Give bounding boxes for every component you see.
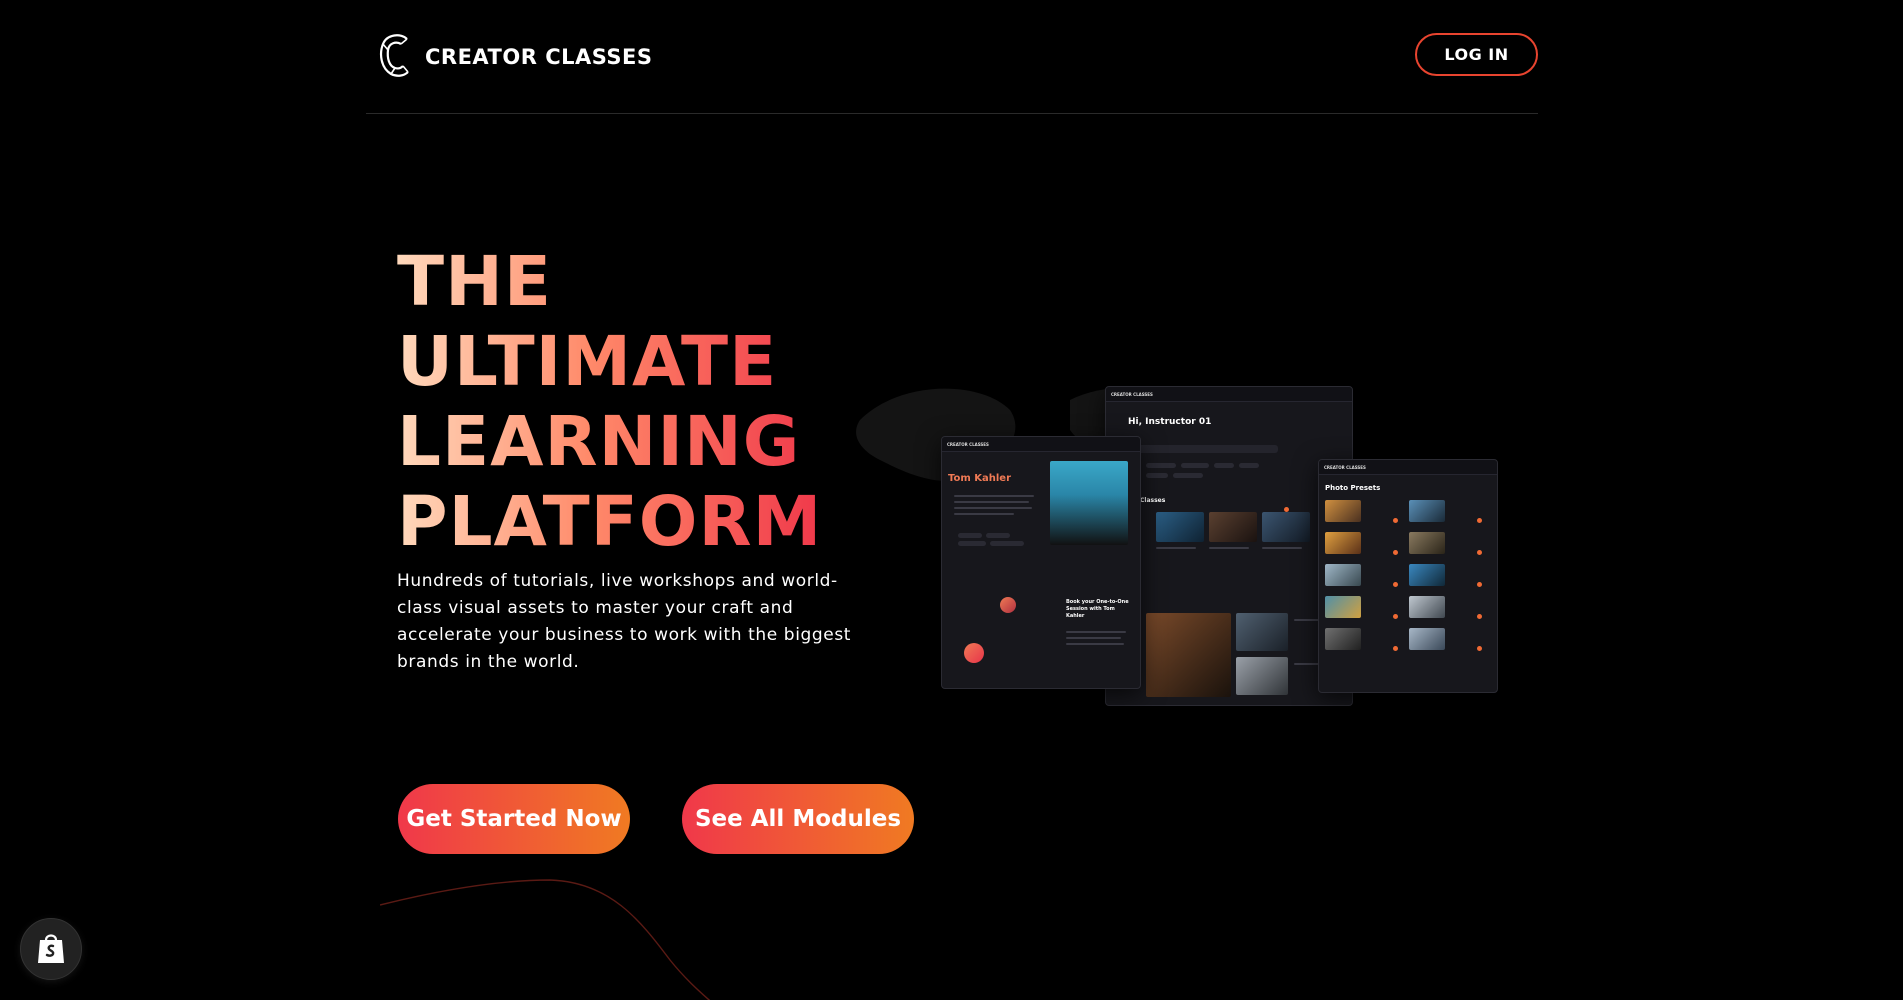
instructor-mockup: CREATOR CLASSES Tom Kahler Book your One… xyxy=(941,436,1141,689)
mock-greeting: Hi, Instructor 01 xyxy=(1128,417,1212,427)
site-header: CREATOR CLASSES LOG IN xyxy=(366,0,1538,114)
mock-badge-dot xyxy=(1477,518,1482,523)
mock-text-line xyxy=(954,495,1034,497)
mock-badge-dot xyxy=(1477,582,1482,587)
see-all-modules-button[interactable]: See All Modules xyxy=(682,784,914,854)
hero-subtitle: Hundreds of tutorials, live workshops an… xyxy=(397,571,852,672)
mock-chip xyxy=(958,541,986,546)
mock-logo: CREATOR CLASSES xyxy=(1111,391,1153,397)
preset-thumbnail xyxy=(1409,500,1445,522)
mock-badge-dot xyxy=(1393,646,1398,651)
dashboard-mockup: CREATOR CLASSES Hi, Instructor 01 Classe… xyxy=(1105,386,1353,706)
presets-mockup: CREATOR CLASSES Photo Presets xyxy=(1318,459,1498,693)
mock-chip xyxy=(1173,473,1203,478)
hero-title-line: LEARNING xyxy=(397,402,822,482)
mock-booking-title: Book your One-to-One Session with Tom Ka… xyxy=(1066,599,1129,619)
preset-thumbnail xyxy=(1325,596,1361,618)
mock-chip xyxy=(1181,463,1209,468)
mock-thumbnail xyxy=(1209,512,1257,542)
mock-text-line xyxy=(954,507,1032,509)
mock-text-line xyxy=(1066,637,1121,639)
mock-badge-dot xyxy=(1477,550,1482,555)
mock-chip xyxy=(958,533,982,538)
mock-chip xyxy=(986,533,1010,538)
mock-logo: CREATOR CLASSES xyxy=(947,441,989,447)
mock-thumbnail xyxy=(1156,512,1204,542)
mock-topbar: CREATOR CLASSES xyxy=(1106,387,1352,402)
mock-topbar: CREATOR CLASSES xyxy=(1319,460,1497,475)
mock-avatar xyxy=(964,643,984,663)
mock-topbar: CREATOR CLASSES xyxy=(942,437,1140,452)
mock-thumbnail xyxy=(1236,613,1288,651)
preset-thumbnail xyxy=(1409,596,1445,618)
mock-thumbnail xyxy=(1262,512,1310,542)
mock-instructor-name: Tom Kahler xyxy=(948,473,1012,484)
login-button[interactable]: LOG IN xyxy=(1415,33,1538,76)
mock-badge-dot xyxy=(1393,550,1398,555)
mock-text-line xyxy=(1209,547,1249,549)
mock-avatar xyxy=(1000,597,1016,613)
mock-text-line xyxy=(1066,643,1124,645)
hero-title: THE ULTIMATE LEARNING PLATFORM xyxy=(397,242,822,562)
mock-text-line xyxy=(954,501,1029,503)
mock-text-line xyxy=(1156,547,1196,549)
shopify-badge-button[interactable] xyxy=(20,918,82,980)
mock-chip xyxy=(1146,473,1168,478)
mock-badge-dot xyxy=(1393,518,1398,523)
mock-badge-dot xyxy=(1477,614,1482,619)
mock-presets-title: Photo Presets xyxy=(1325,484,1381,492)
hero-title-line: THE xyxy=(397,242,822,322)
get-started-button[interactable]: Get Started Now xyxy=(398,784,630,854)
shopping-bag-icon xyxy=(34,929,68,969)
decorative-wave xyxy=(380,879,711,1000)
preset-thumbnail xyxy=(1409,564,1445,586)
preset-thumbnail xyxy=(1325,628,1361,650)
preset-thumbnail xyxy=(1325,500,1361,522)
preset-thumbnail xyxy=(1409,628,1445,650)
brand-logo[interactable]: CREATOR CLASSES xyxy=(377,30,653,84)
logo-text: CREATOR CLASSES xyxy=(425,45,653,69)
mock-thumbnail xyxy=(1146,613,1231,697)
preset-thumbnail xyxy=(1325,532,1361,554)
mock-badge-dot xyxy=(1393,614,1398,619)
logo-c-icon xyxy=(377,30,415,84)
preset-thumbnail xyxy=(1409,532,1445,554)
mock-text-line xyxy=(954,513,1014,515)
mock-badge-dot xyxy=(1284,507,1289,512)
mock-text-line xyxy=(1262,547,1302,549)
mock-text-line xyxy=(1066,631,1126,633)
hero-title-line: ULTIMATE xyxy=(397,322,822,402)
mock-badge-dot xyxy=(1393,582,1398,587)
preset-thumbnail xyxy=(1325,564,1361,586)
mock-thumbnail xyxy=(1236,657,1288,695)
mock-section-title: Classes xyxy=(1140,497,1166,504)
instructor-photo xyxy=(1050,461,1128,545)
hero-title-line: PLATFORM xyxy=(397,482,823,562)
mock-logo: CREATOR CLASSES xyxy=(1324,464,1366,470)
mock-chip xyxy=(1146,463,1176,468)
mock-search xyxy=(1128,445,1278,453)
mock-chip xyxy=(1214,463,1234,468)
mock-chip xyxy=(1239,463,1259,468)
mock-badge-dot xyxy=(1477,646,1482,651)
mock-chip xyxy=(990,541,1024,546)
